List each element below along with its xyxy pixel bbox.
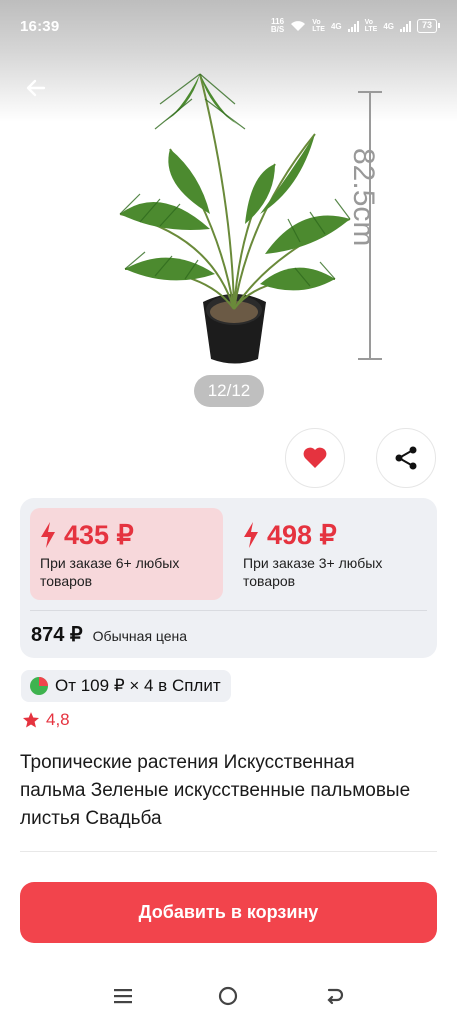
volte-indicator-2: Vo LTE [365, 19, 378, 33]
divider [20, 851, 437, 852]
price-row: 498 ₽ [243, 520, 416, 550]
recent-apps-button[interactable] [103, 976, 143, 1016]
lte-label: LTE [312, 26, 325, 33]
home-circle-icon [219, 986, 238, 1006]
divider [30, 610, 427, 611]
back-button[interactable] [18, 70, 54, 106]
price-condition: При заказе 3+ любых товаров [243, 555, 383, 589]
back-nav-button[interactable] [314, 976, 354, 1016]
share-icon [395, 446, 417, 470]
signal-icon [399, 20, 411, 32]
system-navigation-bar [0, 968, 457, 1024]
product-screen: 16:39 116 B/S Vo LTE 4G Vo LTE 4G 73 82.… [0, 0, 457, 1024]
regular-price: 874 ₽ Обычная цена [31, 622, 187, 647]
back-nav-icon [327, 988, 344, 1005]
home-button[interactable] [208, 976, 248, 1016]
status-bar: 16:39 116 B/S Vo LTE 4G Vo LTE 4G 73 [0, 0, 457, 52]
signal-icon [347, 20, 359, 32]
wifi-icon [291, 21, 306, 31]
status-time: 16:39 [20, 17, 60, 35]
menu-icon [113, 989, 132, 1004]
arrow-left-icon [26, 79, 46, 97]
status-icons: 116 B/S Vo LTE 4G Vo LTE 4G 73 [271, 18, 441, 34]
dimension-label: 82.5cm [347, 148, 380, 247]
price-condition: При заказе 6+ любых товаров [40, 555, 180, 589]
volte-label: Vo [312, 19, 321, 26]
lte-label: LTE [364, 26, 378, 33]
net-speed-unit: B/S [270, 25, 285, 34]
price-value: 435 ₽ [64, 520, 134, 550]
image-counter: 12/12 [194, 375, 264, 407]
favorite-button[interactable] [285, 428, 345, 488]
regular-price-label: Обычная цена [92, 628, 188, 644]
star-icon [22, 712, 40, 728]
lightning-icon [41, 522, 55, 548]
share-button[interactable] [376, 428, 436, 488]
price-card: 435 ₽ При заказе 6+ любых товаров 498 ₽ … [20, 498, 437, 658]
rating-value: 4,8 [46, 710, 70, 729]
network-type-1: 4G [330, 21, 342, 31]
split-icon [30, 677, 48, 695]
product-title: Тропические растения Искусственная пальм… [20, 752, 411, 829]
heart-icon [303, 447, 327, 468]
add-to-cart-button[interactable]: Добавить в корзину [20, 882, 437, 943]
network-type-2: 4G [383, 21, 394, 31]
battery-icon: 73 [416, 19, 441, 33]
price-row: 435 ₽ [40, 520, 213, 550]
volte-indicator-1: Vo LTE [312, 19, 325, 33]
lightning-icon [244, 522, 258, 548]
price-value: 498 ₽ [267, 520, 337, 550]
regular-price-value: 874 ₽ [31, 624, 83, 646]
price-option-6plus[interactable]: 435 ₽ При заказе 6+ любых товаров [30, 508, 223, 600]
volte-label: Vo [364, 19, 374, 26]
split-text: От 109 ₽ × 4 в Сплит [55, 676, 221, 695]
product-gallery[interactable]: 82.5cm 12/12 [0, 52, 457, 422]
net-speed: 116 B/S [271, 18, 284, 34]
price-option-3plus[interactable]: 498 ₽ При заказе 3+ любых товаров [233, 508, 426, 600]
product-rating[interactable]: 4,8 [22, 710, 70, 730]
split-installment-badge[interactable]: От 109 ₽ × 4 в Сплит [21, 670, 231, 702]
